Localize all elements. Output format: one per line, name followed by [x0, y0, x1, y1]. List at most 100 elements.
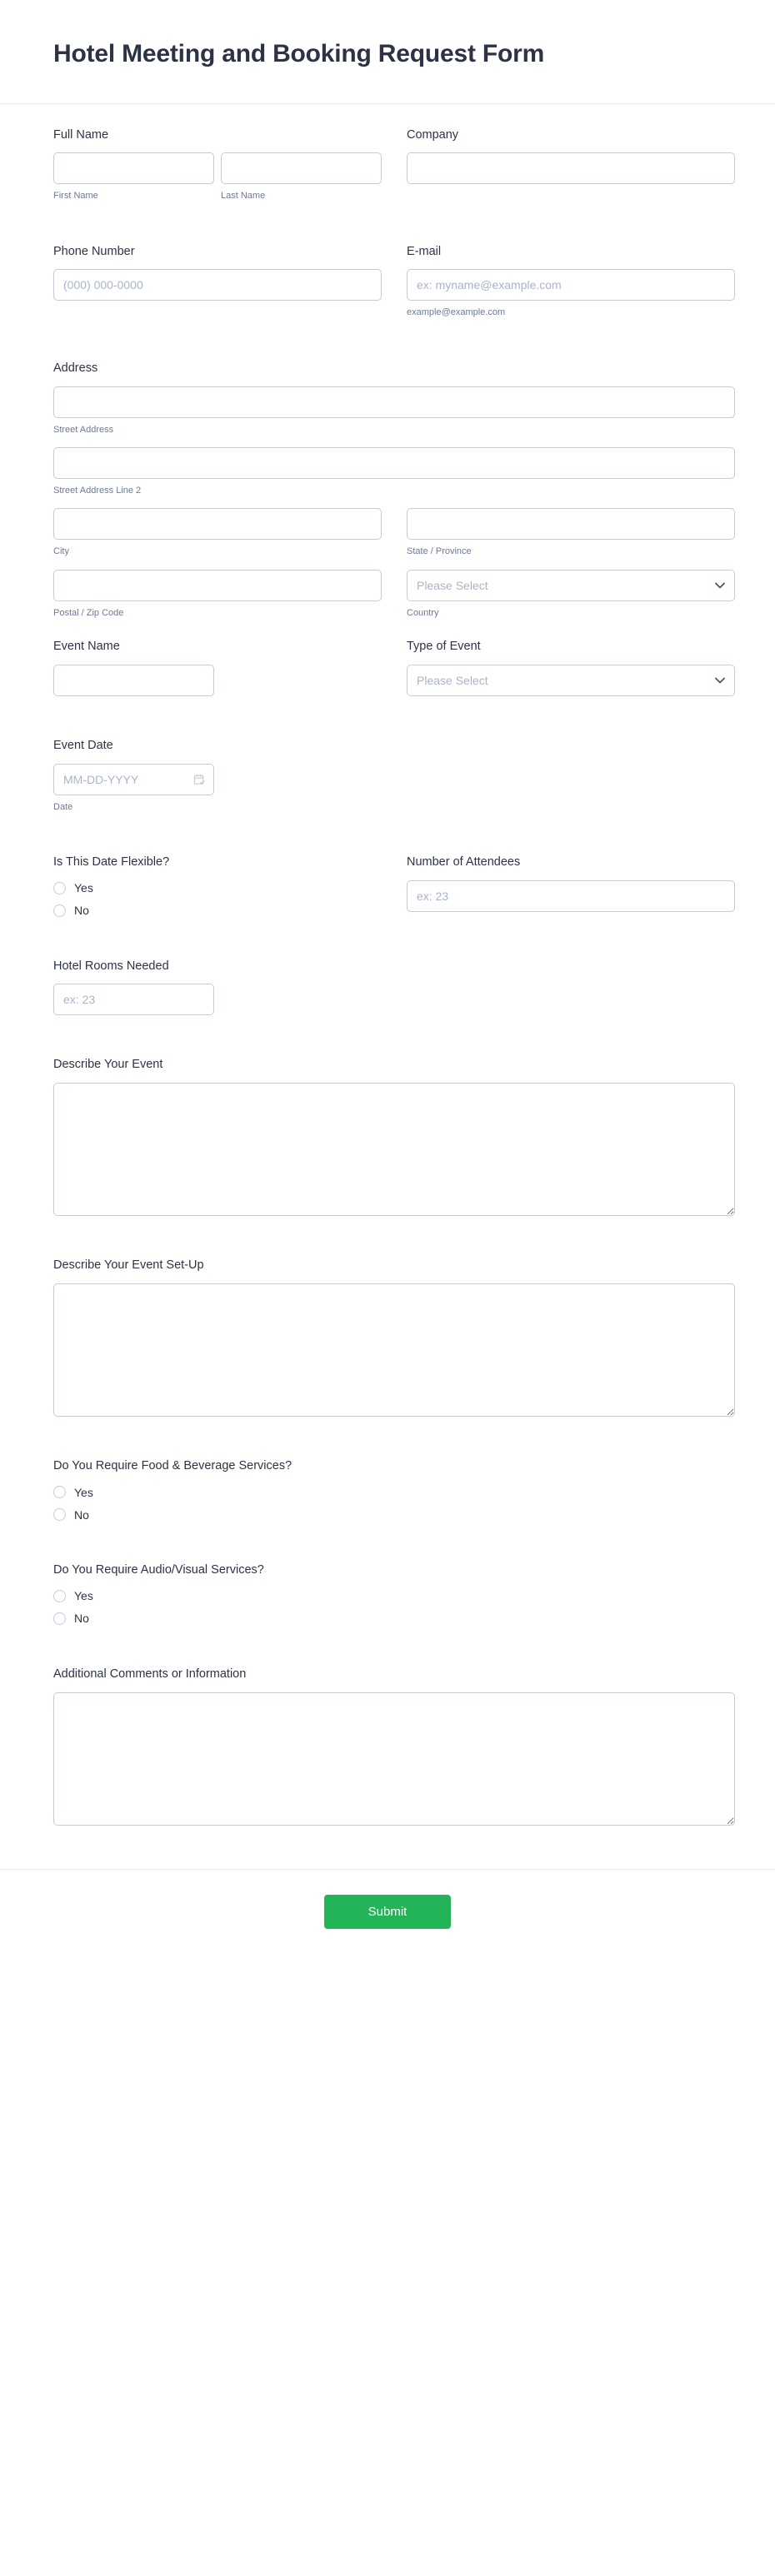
- describe-setup-textarea[interactable]: [53, 1283, 735, 1418]
- radio-label: Yes: [74, 881, 93, 895]
- date-flexible-option-no[interactable]: No: [53, 904, 382, 917]
- form-body: Full Name First Name Last Name Company P…: [0, 104, 775, 1847]
- field-describe-setup: Describe Your Event Set-Up: [53, 1258, 735, 1438]
- row-event-date: Event Date Date: [53, 738, 722, 835]
- describe-event-label: Describe Your Event: [53, 1058, 163, 1072]
- audio-visual-option-no[interactable]: No: [53, 1612, 735, 1625]
- row-name-company: Full Name First Name Last Name Company: [53, 127, 735, 224]
- hotel-rooms-input[interactable]: [53, 984, 214, 1016]
- full-name-label: Full Name: [53, 127, 109, 142]
- additional-comments-textarea[interactable]: [53, 1692, 735, 1826]
- field-company: Company: [407, 127, 735, 207]
- row-postal-country: Postal / Zip Code Please Select Country: [53, 569, 735, 619]
- field-additional-comments: Additional Comments or Information: [53, 1667, 735, 1847]
- food-beverage-label: Do You Require Food & Beverage Services?: [53, 1459, 292, 1473]
- street-address-sublabel: Street Address: [53, 424, 114, 435]
- radio-circle-icon[interactable]: [53, 1612, 66, 1625]
- field-country: Please Select Country: [407, 569, 735, 619]
- field-hotel-rooms: Hotel Rooms Needed: [53, 959, 382, 1038]
- state-province-input[interactable]: [407, 508, 735, 541]
- radio-label: Yes: [74, 1589, 93, 1603]
- city-input[interactable]: [53, 508, 382, 541]
- event-name-label: Event Name: [53, 639, 120, 653]
- event-name-input[interactable]: [53, 664, 214, 696]
- date-flexible-radio-group: Yes No: [53, 880, 382, 917]
- event-type-label: Type of Event: [407, 639, 481, 653]
- event-date-sublabel: Date: [53, 801, 73, 812]
- submit-button[interactable]: Submit: [324, 1894, 451, 1929]
- attendees-label: Number of Attendees: [407, 855, 521, 869]
- row-city-state: City State / Province: [53, 508, 735, 557]
- field-describe-event: Describe Your Event: [53, 1057, 735, 1238]
- audio-visual-label: Do You Require Audio/Visual Services?: [53, 1563, 264, 1577]
- field-date-flexible: Is This Date Flexible? Yes No: [53, 855, 382, 939]
- street-address-input[interactable]: [53, 386, 735, 418]
- company-input[interactable]: [407, 152, 735, 185]
- first-name-sublabel: First Name: [53, 191, 98, 202]
- page-title: Hotel Meeting and Booking Request Form: [53, 40, 545, 67]
- postal-zip-input[interactable]: [53, 569, 382, 601]
- event-date-input[interactable]: [53, 763, 214, 795]
- address-label: Address: [53, 361, 98, 375]
- row-hotel-rooms: Hotel Rooms Needed: [53, 959, 722, 1038]
- field-food-beverage: Do You Require Food & Beverage Services?…: [53, 1458, 735, 1542]
- country-sublabel: Country: [407, 607, 439, 618]
- company-label: Company: [407, 127, 459, 142]
- field-email: E-mail example@example.com: [407, 244, 735, 341]
- field-attendees: Number of Attendees: [407, 855, 735, 934]
- radio-circle-icon[interactable]: [53, 1589, 66, 1602]
- row-audio-visual: Do You Require Audio/Visual Services? Ye…: [53, 1562, 722, 1647]
- country-select[interactable]: Please Select: [407, 569, 735, 601]
- last-name-input[interactable]: [221, 152, 382, 185]
- field-event-type: Type of Event Please Select: [407, 639, 735, 718]
- state-province-sublabel: State / Province: [407, 546, 472, 557]
- city-sublabel: City: [53, 546, 69, 557]
- food-beverage-option-yes[interactable]: Yes: [53, 1485, 735, 1499]
- describe-event-textarea[interactable]: [53, 1083, 735, 1217]
- field-phone: Phone Number: [53, 244, 382, 323]
- row-flexible-attendees: Is This Date Flexible? Yes No Number of …: [53, 855, 735, 939]
- row-address: Address Street Address Street Address Li…: [53, 361, 735, 619]
- field-city: City: [53, 508, 382, 557]
- row-food-beverage: Do You Require Food & Beverage Services?…: [53, 1458, 722, 1542]
- audio-visual-option-yes[interactable]: Yes: [53, 1589, 735, 1603]
- row-additional-comments: Additional Comments or Information: [53, 1667, 735, 1847]
- event-type-select-wrap: Please Select: [407, 664, 735, 696]
- form-header: Hotel Meeting and Booking Request Form: [0, 0, 775, 104]
- phone-label: Phone Number: [53, 244, 135, 258]
- first-name-input[interactable]: [53, 152, 214, 185]
- form-footer: Submit: [0, 1868, 775, 1962]
- radio-label: No: [74, 1612, 89, 1626]
- date-flexible-label: Is This Date Flexible?: [53, 855, 170, 869]
- event-type-select[interactable]: Please Select: [407, 664, 735, 696]
- email-input[interactable]: [407, 269, 735, 301]
- field-postal: Postal / Zip Code: [53, 569, 382, 619]
- food-beverage-option-no[interactable]: No: [53, 1507, 735, 1522]
- field-event-name: Event Name: [53, 639, 382, 718]
- radio-label: Yes: [74, 1485, 93, 1499]
- field-audio-visual: Do You Require Audio/Visual Services? Ye…: [53, 1562, 735, 1647]
- attendees-input[interactable]: [407, 879, 735, 912]
- field-state: State / Province: [407, 508, 735, 557]
- radio-circle-icon[interactable]: [53, 1486, 66, 1499]
- hotel-rooms-label: Hotel Rooms Needed: [53, 959, 169, 973]
- food-beverage-radio-group: Yes No: [53, 1484, 735, 1522]
- audio-visual-radio-group: Yes No: [53, 1588, 735, 1625]
- describe-setup-label: Describe Your Event Set-Up: [53, 1258, 204, 1273]
- phone-input[interactable]: [53, 269, 382, 301]
- row-describe-event: Describe Your Event: [53, 1057, 735, 1238]
- field-address: Address Street Address Street Address Li…: [53, 361, 735, 619]
- street-address-line2-input[interactable]: [53, 446, 735, 479]
- radio-label: No: [74, 1507, 89, 1522]
- last-name-sublabel: Last Name: [221, 191, 266, 202]
- radio-circle-icon[interactable]: [53, 904, 66, 917]
- row-phone-email: Phone Number E-mail example@example.com: [53, 244, 735, 341]
- postal-zip-sublabel: Postal / Zip Code: [53, 607, 124, 618]
- radio-circle-icon[interactable]: [53, 1508, 66, 1522]
- full-name-sublabels: First Name Last Name: [53, 184, 382, 202]
- radio-circle-icon[interactable]: [53, 881, 66, 894]
- email-hint: example@example.com: [407, 307, 506, 318]
- date-flexible-option-yes[interactable]: Yes: [53, 881, 382, 895]
- additional-comments-label: Additional Comments or Information: [53, 1667, 247, 1681]
- email-label: E-mail: [407, 244, 442, 258]
